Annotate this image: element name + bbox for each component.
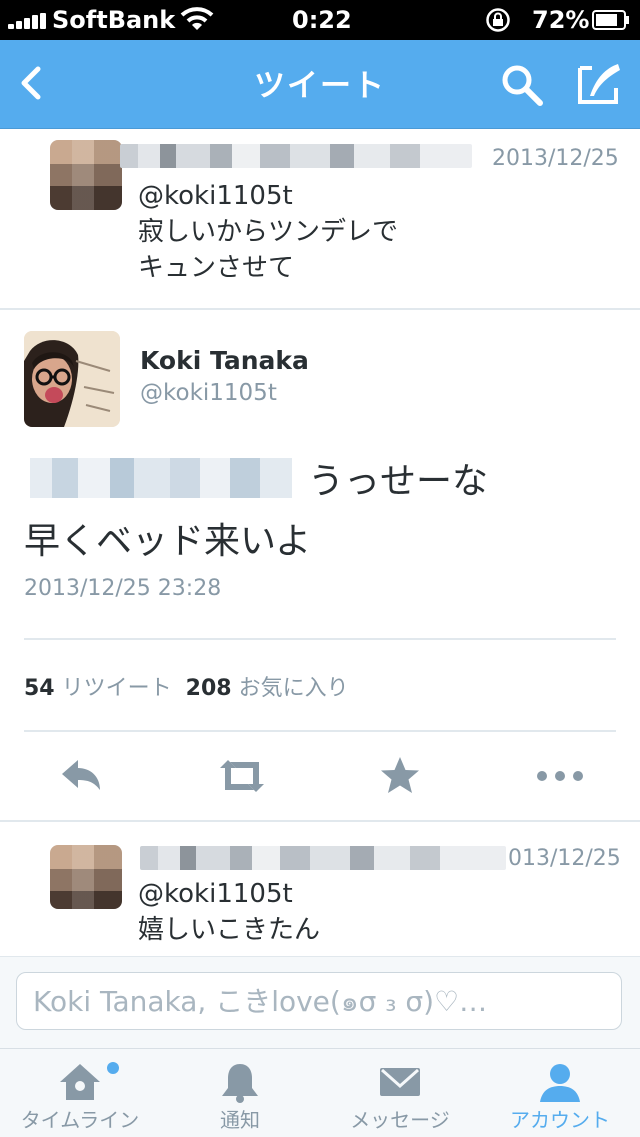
author-name[interactable]: Koki Tanaka	[140, 346, 309, 375]
search-icon[interactable]	[500, 63, 544, 107]
reply-text-line1: 嬉しいこきたん	[138, 915, 321, 945]
divider	[24, 638, 616, 640]
reply-compose-input[interactable]: Koki Tanaka, こきlove(๑σ ₃ σ)♡…	[16, 972, 622, 1030]
wifi-icon	[180, 7, 214, 30]
reply-date: 013/12/25	[508, 846, 621, 871]
tab-account[interactable]: アカウント	[480, 1048, 640, 1136]
person-icon	[540, 1064, 580, 1102]
tweet-timestamp: 2013/12/25 23:28	[24, 576, 222, 601]
status-bar: SoftBank 0:22 72%	[0, 0, 640, 40]
favorite-label: お気に入り	[238, 676, 349, 701]
profile-avatar[interactable]	[24, 331, 120, 427]
reply-name-obscured	[140, 846, 506, 870]
favorite-count: 208	[185, 676, 232, 701]
divider	[0, 308, 640, 310]
carrier-name: SoftBank	[52, 6, 176, 34]
reply-handle[interactable]: @koki1105t	[138, 876, 293, 912]
retweet-icon[interactable]	[216, 754, 268, 798]
reply-avatar[interactable]	[50, 845, 122, 909]
author-handle[interactable]: @koki1105t	[140, 380, 277, 406]
rotation-lock-icon	[486, 8, 510, 32]
reply-avatar[interactable]	[50, 140, 122, 210]
reply-date: 2013/12/25	[492, 146, 619, 171]
reply-text-line1: 寂しいからツンデレで	[138, 217, 399, 247]
favorite-star-icon[interactable]	[378, 754, 422, 798]
reply-handle[interactable]: @koki1105t	[138, 178, 293, 214]
reply-name-obscured	[120, 144, 472, 168]
tab-label: メッセージ	[350, 1108, 450, 1132]
tab-notifications[interactable]: 通知	[160, 1048, 320, 1136]
tab-label: 通知	[220, 1108, 260, 1132]
bell-icon	[222, 1064, 258, 1103]
new-tweets-dot	[107, 1062, 119, 1074]
tweet-stats[interactable]: 54 リツイート 208 お気に入り	[24, 670, 349, 702]
tab-label: タイムライン	[20, 1108, 140, 1132]
tweet-text-line1: うっせーな	[308, 461, 489, 502]
divider	[0, 820, 640, 822]
page-title: ツイート	[254, 68, 386, 104]
home-icon	[60, 1064, 100, 1100]
retweet-count: 54	[24, 676, 55, 701]
more-icon[interactable]	[534, 754, 586, 798]
battery-icon	[592, 10, 629, 30]
compose-tweet-icon[interactable]	[576, 62, 624, 106]
retweet-label: リツイート	[61, 676, 172, 701]
tab-timeline[interactable]: タイムライン	[0, 1048, 160, 1136]
tweet-text-line2: 早くベッド来いよ	[24, 521, 312, 562]
divider	[24, 730, 616, 732]
mention-obscured	[30, 458, 292, 498]
reply-text-line2: キュンさせて	[138, 253, 295, 283]
envelope-icon	[380, 1068, 420, 1096]
reply-icon[interactable]	[58, 754, 102, 798]
signal-icon	[8, 13, 48, 29]
tab-label: アカウント	[510, 1108, 610, 1132]
tab-messages[interactable]: メッセージ	[320, 1048, 480, 1136]
clock: 0:22	[292, 6, 352, 34]
battery-percent: 72%	[532, 6, 590, 34]
